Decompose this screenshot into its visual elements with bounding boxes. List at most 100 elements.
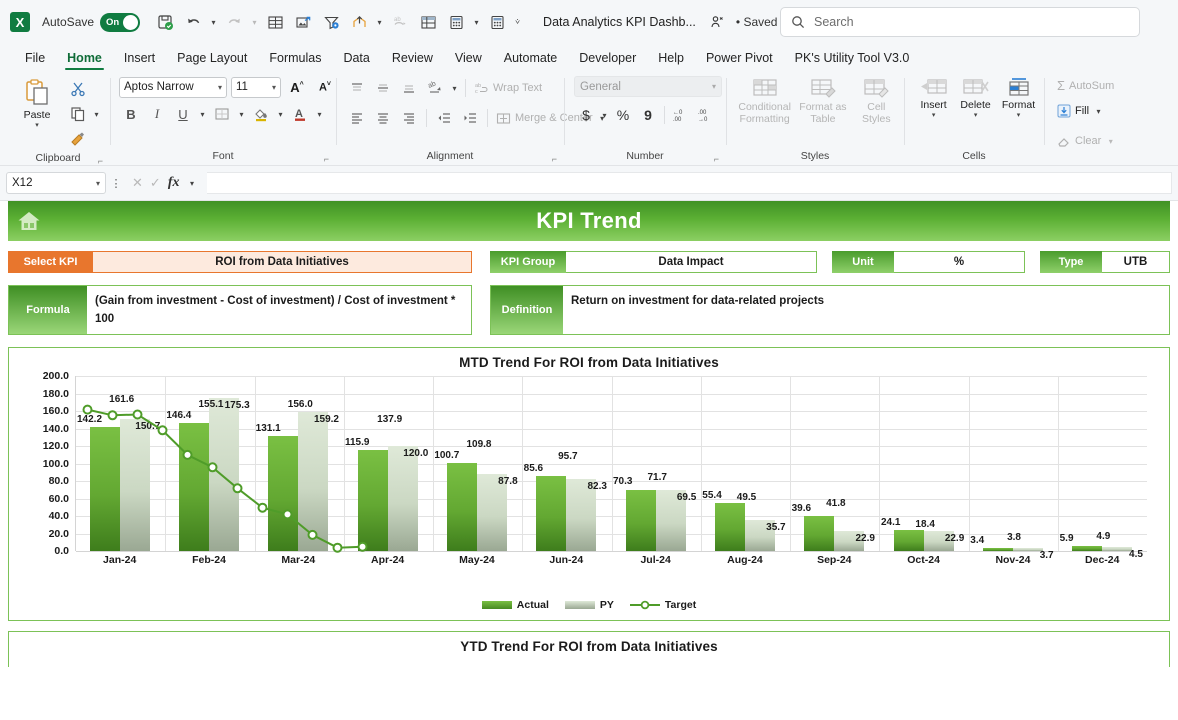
delete-dropdown-icon[interactable]: ▾	[974, 112, 978, 119]
target-marker[interactable]	[359, 543, 367, 551]
save-icon[interactable]	[152, 10, 178, 34]
bar-py[interactable]	[1102, 547, 1132, 551]
select-kpi-field[interactable]: Select KPI ROI from Data Initiatives	[8, 251, 472, 273]
decrease-font-size-icon[interactable]: A˅	[313, 76, 337, 98]
search-bar[interactable]: Search	[780, 7, 1140, 37]
orientation-icon[interactable]: ab	[423, 77, 447, 99]
fill-dropdown-icon[interactable]: ▾	[1093, 99, 1104, 123]
bar-py[interactable]	[388, 446, 418, 551]
cut-icon[interactable]	[66, 78, 90, 100]
decrease-indent-icon[interactable]	[432, 107, 456, 129]
font-size-select[interactable]: 11▾	[231, 77, 281, 98]
formula-dropdown-icon[interactable]: ▾	[186, 171, 197, 195]
increase-indent-icon[interactable]	[458, 107, 482, 129]
bar-py[interactable]	[1013, 548, 1043, 551]
bar-actual[interactable]	[804, 516, 834, 551]
delete-cells-button[interactable]: Delete ▾	[955, 76, 996, 119]
name-box[interactable]: X12▾	[6, 172, 106, 194]
insert-function-icon[interactable]: fx	[168, 175, 180, 191]
legend-actual[interactable]: Actual	[482, 599, 549, 611]
number-format-select[interactable]: General▾	[574, 76, 722, 97]
autosave-toggle[interactable]: On	[100, 13, 140, 32]
share-dropdown-icon[interactable]: ▾	[374, 10, 385, 34]
format-cells-button[interactable]: Format ▾	[998, 76, 1039, 119]
align-left-icon[interactable]	[345, 107, 369, 129]
tab-pk-utility[interactable]: PK's Utility Tool V3.0	[784, 50, 921, 70]
pivot-table-icon[interactable]	[415, 10, 441, 34]
orientation-dropdown-icon[interactable]: ▾	[449, 76, 460, 100]
bar-actual[interactable]	[536, 476, 566, 551]
fill-color-icon[interactable]	[249, 103, 273, 125]
undo-icon[interactable]	[180, 10, 206, 34]
bar-actual[interactable]	[447, 463, 477, 551]
formula-input[interactable]	[207, 172, 1172, 194]
decrease-decimal-icon[interactable]: .00→0	[694, 104, 718, 126]
align-middle-icon[interactable]	[371, 77, 395, 99]
search-input[interactable]: Search	[814, 15, 854, 29]
qat-more-icon[interactable]: ⩒	[512, 10, 523, 34]
increase-decimal-icon[interactable]: ←0.00	[669, 104, 693, 126]
tab-formulas[interactable]: Formulas	[258, 50, 332, 70]
copy-dropdown-icon[interactable]: ▾	[91, 102, 102, 126]
align-top-icon[interactable]	[345, 77, 369, 99]
format-dropdown-icon[interactable]: ▾	[1017, 112, 1021, 119]
legend-target[interactable]: Target	[630, 599, 696, 611]
user-share-icon[interactable]	[710, 15, 724, 29]
target-marker[interactable]	[259, 504, 267, 512]
increase-font-size-icon[interactable]: A^	[285, 76, 309, 98]
align-bottom-icon[interactable]	[397, 77, 421, 99]
underline-dropdown-icon[interactable]: ▾	[197, 102, 208, 126]
picture-export-icon[interactable]	[290, 10, 316, 34]
align-right-icon[interactable]	[397, 107, 421, 129]
comma-format-button[interactable]: 9	[636, 104, 660, 126]
format-painter-icon[interactable]	[66, 128, 90, 150]
tab-view[interactable]: View	[444, 50, 493, 70]
insert-dropdown-icon[interactable]: ▾	[932, 112, 936, 119]
fill-color-dropdown-icon[interactable]: ▾	[275, 102, 286, 126]
font-color-icon[interactable]: A	[288, 103, 312, 125]
target-marker[interactable]	[134, 411, 142, 419]
tab-page-layout[interactable]: Page Layout	[166, 50, 258, 70]
document-title[interactable]: Data Analytics KPI Dashb...	[543, 15, 696, 29]
insert-cells-button[interactable]: Insert ▾	[914, 76, 953, 119]
bar-actual[interactable]	[715, 503, 745, 551]
currency-format-button[interactable]: $	[574, 104, 598, 126]
italic-button[interactable]: I	[145, 103, 169, 125]
tab-insert[interactable]: Insert	[113, 50, 166, 70]
calculator2-icon[interactable]	[484, 10, 510, 34]
name-box-expand-icon[interactable]: ⋮	[110, 177, 122, 190]
paste-dropdown-icon[interactable]: ▾	[35, 122, 39, 129]
tab-power-pivot[interactable]: Power Pivot	[695, 50, 784, 70]
filter-settings-icon[interactable]	[318, 10, 344, 34]
tab-file[interactable]: File	[14, 50, 56, 70]
underline-button[interactable]: U	[171, 103, 195, 125]
bar-actual[interactable]	[894, 530, 924, 551]
borders-icon[interactable]	[210, 103, 234, 125]
target-marker[interactable]	[109, 411, 117, 419]
select-kpi-value[interactable]: ROI from Data Initiatives	[93, 251, 472, 273]
fill-button[interactable]: Fill ▾	[1054, 97, 1107, 125]
share-export-icon[interactable]	[346, 10, 372, 34]
target-marker[interactable]	[309, 531, 317, 539]
tab-help[interactable]: Help	[647, 50, 695, 70]
table-grid-icon[interactable]	[262, 10, 288, 34]
target-marker[interactable]	[284, 510, 292, 518]
number-dialog-launcher[interactable]: ⌐	[714, 151, 719, 168]
percent-format-button[interactable]: %	[611, 104, 635, 126]
target-marker[interactable]	[159, 426, 167, 434]
target-marker[interactable]	[334, 544, 342, 552]
alignment-dialog-launcher[interactable]: ⌐	[552, 151, 557, 168]
font-name-select[interactable]: Aptos Narrow▾	[119, 77, 227, 98]
target-marker[interactable]	[184, 451, 192, 459]
calculator-dropdown-icon[interactable]: ▾	[471, 10, 482, 34]
bar-actual[interactable]	[983, 548, 1013, 551]
tab-automate[interactable]: Automate	[493, 50, 569, 70]
legend-py[interactable]: PY	[565, 599, 614, 611]
paste-button[interactable]: Paste ▾	[11, 76, 63, 129]
align-center-icon[interactable]	[371, 107, 395, 129]
tab-home[interactable]: Home	[56, 50, 113, 70]
target-marker[interactable]	[234, 484, 242, 492]
font-color-dropdown-icon[interactable]: ▾	[314, 102, 325, 126]
borders-dropdown-icon[interactable]: ▾	[236, 102, 247, 126]
tab-data[interactable]: Data	[332, 50, 380, 70]
